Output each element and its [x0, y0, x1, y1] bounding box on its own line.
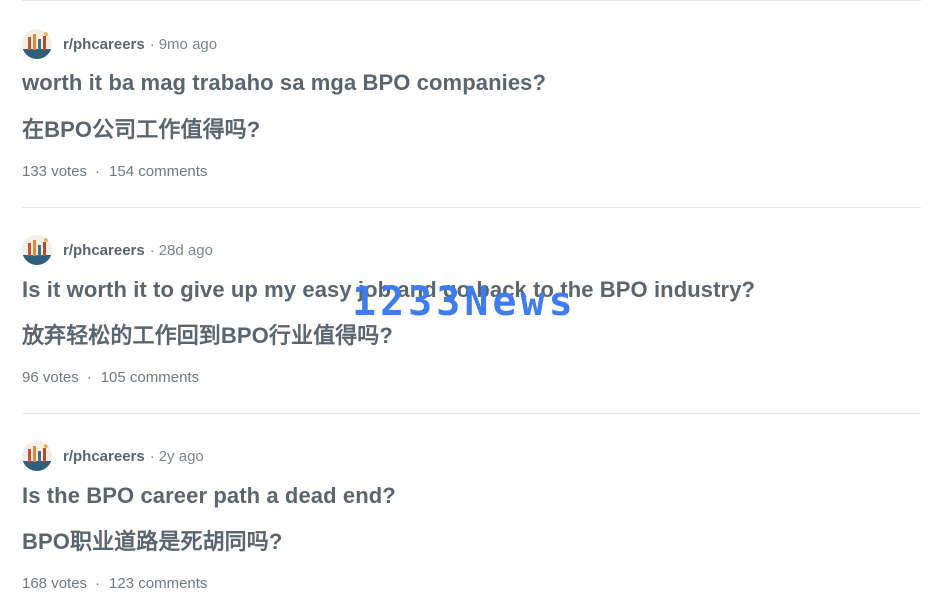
post-title[interactable]: Is the BPO career path a dead end?: [22, 483, 396, 509]
stats-separator: ·: [86, 369, 92, 386]
stats-separator: ·: [95, 163, 101, 180]
post-card[interactable]: r/phcareers · 2y ago Is the BPO career p…: [22, 440, 921, 610]
stats-separator: ·: [95, 575, 101, 592]
post-stats: 168 votes · 123 comments: [22, 575, 207, 592]
comment-count[interactable]: 154 comments: [109, 163, 207, 180]
post-title[interactable]: worth it ba mag trabaho sa mga BPO compa…: [22, 70, 546, 96]
subreddit-avatar-icon[interactable]: [22, 29, 52, 59]
subreddit-avatar-icon[interactable]: [22, 441, 52, 471]
meta-separator: ·: [149, 35, 155, 53]
comment-count[interactable]: 123 comments: [109, 575, 207, 592]
post-title-translation: BPO职业道路是死胡同吗?: [22, 529, 283, 554]
post-divider: [22, 413, 921, 414]
top-divider: [22, 0, 921, 1]
subreddit-avatar-icon[interactable]: [22, 235, 52, 265]
post-meta: r/phcareers · 28d ago: [22, 234, 213, 266]
vote-count: 96 votes: [22, 369, 79, 386]
subreddit-link[interactable]: r/phcareers: [63, 36, 145, 53]
post-title-translation: 放弃轻松的工作回到BPO行业值得吗?: [22, 323, 393, 348]
post-meta: r/phcareers · 9mo ago: [22, 28, 217, 60]
watermark-text: 1233News: [352, 279, 577, 325]
post-age: 2y ago: [158, 447, 204, 465]
post-age: 9mo ago: [158, 35, 218, 53]
subreddit-link[interactable]: r/phcareers: [63, 242, 145, 259]
meta-separator: ·: [149, 241, 155, 259]
meta-separator: ·: [149, 447, 155, 465]
post-card[interactable]: r/phcareers · 9mo ago worth it ba mag tr…: [22, 28, 921, 208]
vote-count: 168 votes: [22, 575, 88, 592]
comment-count[interactable]: 105 comments: [101, 369, 199, 386]
post-meta: r/phcareers · 2y ago: [22, 440, 204, 472]
post-age: 28d ago: [158, 241, 213, 259]
post-stats: 96 votes · 105 comments: [22, 369, 199, 386]
post-title-translation: 在BPO公司工作值得吗?: [22, 117, 261, 142]
subreddit-link[interactable]: r/phcareers: [63, 448, 145, 465]
post-stats: 133 votes · 154 comments: [22, 163, 207, 180]
post-divider: [22, 207, 921, 208]
vote-count: 133 votes: [22, 163, 88, 180]
